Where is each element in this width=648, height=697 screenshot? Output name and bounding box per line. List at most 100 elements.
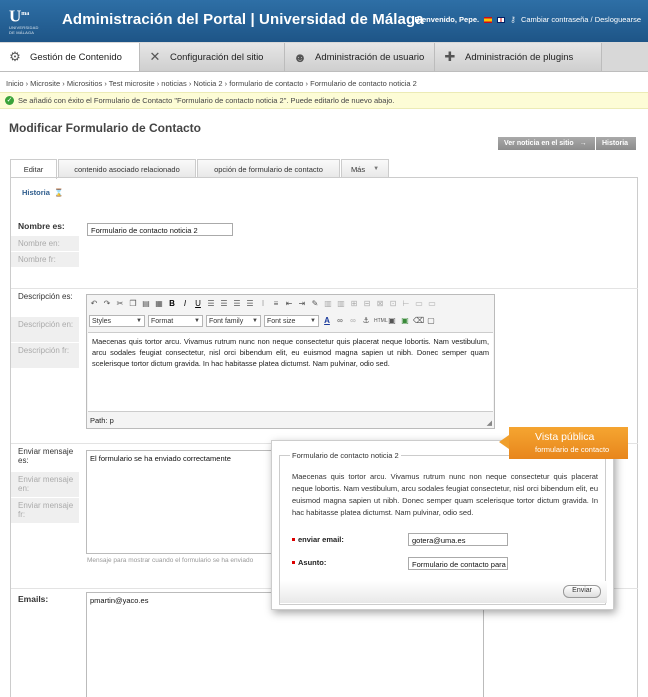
delete-row-icon[interactable]: ⊡ — [388, 299, 398, 309]
page-title: Modificar Formulario de Contacto — [9, 121, 202, 135]
edit-html-icon[interactable]: ✎ — [310, 299, 320, 309]
justify-icon[interactable]: ☰ — [245, 299, 255, 309]
tab-contact-form-options[interactable]: opción de formulario de contacto — [197, 159, 340, 178]
styles-select[interactable]: Styles ▼ — [89, 315, 145, 327]
name-input[interactable]: Formulario de contacto noticia 2 — [87, 223, 233, 236]
user-bar: Bienvenido, Pepe. ⚷ Cambiar contraseña /… — [414, 15, 641, 24]
message-en-label: Enviar mensaje en: — [11, 471, 79, 497]
table-col-icon[interactable]: ⊞ — [349, 299, 359, 309]
delete-col-icon[interactable]: ⊢ — [401, 299, 411, 309]
indent-icon[interactable]: ⇥ — [297, 299, 307, 309]
cleanup-icon[interactable]: ⌫ — [413, 316, 424, 326]
success-message: ✓ Se añadió con éxito el Formulario de C… — [0, 92, 648, 109]
tab-user-admin[interactable]: ☻ Administración de usuario — [285, 43, 435, 71]
required-marker-icon — [292, 538, 295, 541]
email-field-label: enviar email: — [292, 535, 344, 544]
unlink-icon[interactable]: ∞ — [348, 316, 358, 326]
insert-image-icon[interactable]: ▣ — [400, 316, 410, 326]
view-public-button[interactable]: Ver noticia en el sitio → — [498, 137, 595, 150]
history-button[interactable]: Historia — [596, 137, 636, 150]
subject-field-label: Asunto: — [292, 558, 326, 567]
styles-select-value: Styles — [92, 317, 112, 325]
email-field[interactable]: gotera@uma.es — [408, 533, 508, 546]
bullet-list-icon[interactable]: ⁝ — [258, 299, 268, 309]
english-flag-icon[interactable] — [497, 16, 506, 23]
description-fr-label: Descripción fr: — [11, 342, 79, 368]
tab-edit[interactable]: Editar — [10, 159, 57, 179]
form-tabs: Editar contenido asociado relacionado op… — [10, 159, 389, 179]
paste-icon[interactable]: ▤ — [141, 299, 151, 309]
callout-title: Vista pública — [535, 431, 595, 443]
arrow-right-icon: → — [579, 140, 587, 147]
numbered-list-icon[interactable]: ≡ — [271, 299, 281, 309]
spanish-flag-icon[interactable] — [484, 16, 493, 23]
table-icon[interactable]: ▥ — [323, 299, 333, 309]
subject-field[interactable]: Formulario de contacto para — [408, 557, 508, 570]
breadcrumb[interactable]: Inicio › Microsite › Micrositios › Test … — [6, 79, 417, 88]
font-family-select-value: Font family — [209, 317, 244, 325]
underline-icon[interactable]: U — [193, 299, 203, 309]
history-link[interactable]: Historia ⌛ — [22, 188, 63, 197]
redo-icon[interactable]: ↷ — [102, 299, 112, 309]
check-icon: ✓ — [5, 96, 14, 105]
cut-icon[interactable]: ✂ — [115, 299, 125, 309]
send-button[interactable]: Enviar — [563, 585, 601, 598]
tab-label: Gestión de Contenido — [30, 51, 122, 63]
format-select-value: Format — [151, 317, 174, 325]
tab-plugin-admin[interactable]: ✚ Administración de plugins — [435, 43, 602, 71]
cell-props-icon[interactable]: ▭ — [427, 299, 437, 309]
name-en-label: Nombre en: — [11, 235, 79, 251]
app-title: Administración del Portal | Universidad … — [62, 11, 424, 28]
font-family-select[interactable]: Font family ▼ — [206, 315, 261, 327]
align-center-icon[interactable]: ☰ — [219, 299, 229, 309]
font-size-select[interactable]: Font size ▼ — [264, 315, 319, 327]
link-icon[interactable]: ∞ — [335, 316, 345, 326]
hourglass-icon: ⌛ — [53, 188, 64, 197]
name-fr-label: Nombre fr: — [11, 251, 79, 267]
logo-sup: ma — [21, 11, 30, 17]
outdent-icon[interactable]: ⇤ — [284, 299, 294, 309]
emails-label: Emails: — [18, 594, 49, 604]
anchor-icon[interactable]: ⚓ — [361, 316, 371, 326]
italic-icon[interactable]: I — [180, 299, 190, 309]
plugin-icon: ✚ — [444, 49, 456, 64]
merge-cells-icon[interactable]: ⊟ — [362, 299, 372, 309]
rich-text-editor: ↶ ↷ ✂ ❐ ▤ ▦ B I U ☰ ☰ ☰ ☰ ⁝ ≡ ⇤ ⇥ ✎ ▥ ▥ … — [86, 294, 495, 429]
editor-content[interactable]: Maecenas quis tortor arcu. Vivamus rutru… — [88, 332, 493, 412]
success-text: Se añadió con éxito el Formulario de Con… — [18, 96, 395, 105]
history-link-label: Historia — [22, 188, 50, 197]
callout-subtitle: formulario de contacto — [535, 445, 610, 454]
chevron-down-icon: ▼ — [252, 318, 258, 324]
align-left-icon[interactable]: ☰ — [206, 299, 216, 309]
message-textarea[interactable]: El formulario se ha enviado correctament… — [86, 450, 286, 554]
logo-subtitle: UNIVERSIDAD DE MÁLAGA — [9, 24, 39, 35]
paste-word-icon[interactable]: ▦ — [154, 299, 164, 309]
format-select[interactable]: Format ▼ — [148, 315, 203, 327]
main-tabs: ⚙ Gestión de Contenido ✕ Configuración d… — [0, 42, 648, 72]
tab-content-management[interactable]: ⚙ Gestión de Contenido — [0, 43, 140, 71]
preview-icon[interactable]: ▢ — [426, 316, 436, 326]
image-icon[interactable]: ▣ — [387, 316, 397, 326]
email-label-text: enviar email: — [298, 535, 344, 544]
tab-related-content[interactable]: contenido asociado relacionado — [58, 159, 196, 178]
split-cells-icon[interactable]: ⊠ — [375, 299, 385, 309]
account-link[interactable]: Cambiar contraseña / Desloguearse — [521, 15, 641, 24]
message-fr-label: Enviar mensaje fr: — [11, 497, 79, 523]
resize-handle-icon[interactable]: ◢ — [487, 419, 492, 427]
copy-icon[interactable]: ❐ — [128, 299, 138, 309]
html-icon[interactable]: HTML — [374, 316, 388, 326]
description-en-label: Descripción en: — [11, 316, 79, 342]
table-props-icon[interactable]: ▭ — [414, 299, 424, 309]
font-size-select-value: Font size — [267, 317, 296, 325]
text-color-icon[interactable]: A — [322, 316, 332, 326]
bold-icon[interactable]: B — [167, 299, 177, 309]
welcome-text: Bienvenido, Pepe. — [414, 15, 480, 24]
popup-footer: Enviar — [280, 581, 607, 603]
required-marker-icon — [292, 561, 295, 564]
table-row-icon[interactable]: ▥ — [336, 299, 346, 309]
user-icon: ☻ — [293, 49, 307, 65]
undo-icon[interactable]: ↶ — [89, 299, 99, 309]
tab-more[interactable]: Más ▼ — [341, 159, 389, 178]
align-right-icon[interactable]: ☰ — [232, 299, 242, 309]
tab-site-config[interactable]: ✕ Configuración del sitio — [140, 43, 285, 71]
